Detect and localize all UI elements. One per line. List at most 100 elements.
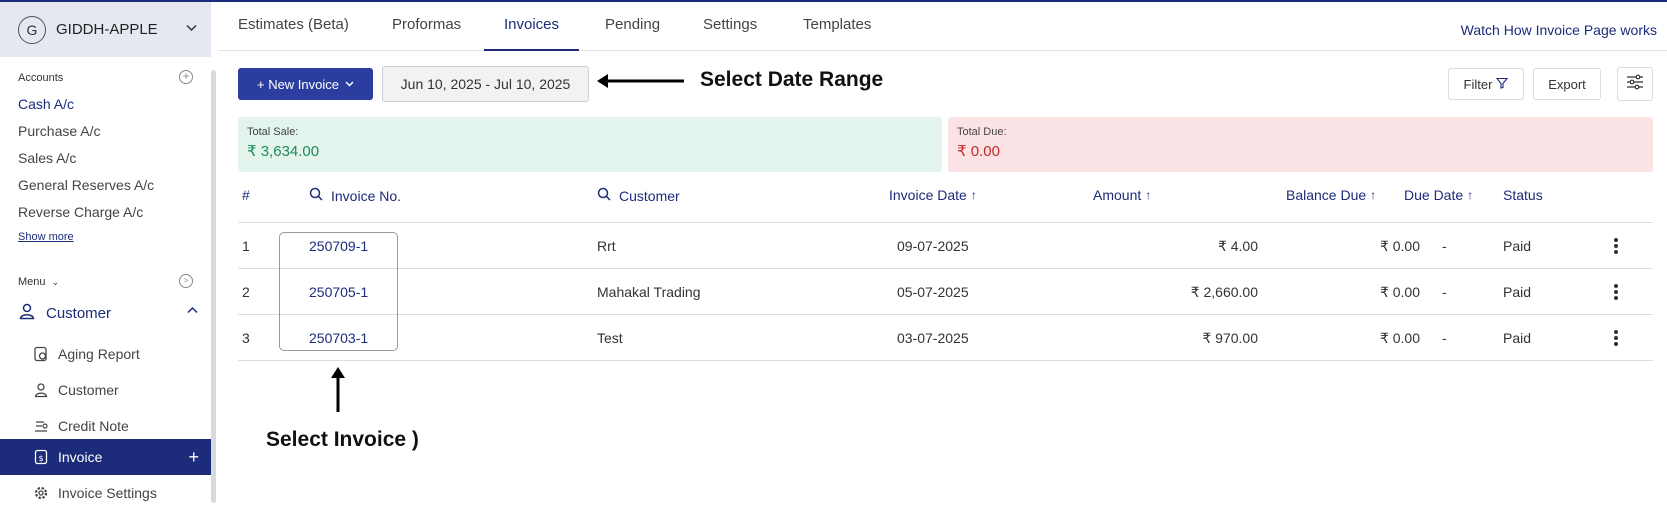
account-item-cash[interactable]: Cash A/c <box>18 94 154 121</box>
column-header-amount[interactable]: Amount ↑ <box>1093 187 1151 203</box>
account-item-purchase[interactable]: Purchase A/c <box>18 121 154 148</box>
search-icon[interactable] <box>597 187 611 204</box>
row-number: 2 <box>242 284 250 300</box>
status-badge: Paid <box>1503 330 1532 346</box>
sort-arrow-up-icon[interactable]: ↑ <box>971 188 977 202</box>
tab-invoices[interactable]: Invoices <box>484 2 580 51</box>
total-due-card: Total Due: ₹ 0.00 <box>948 117 1653 172</box>
column-header-label: Balance Due <box>1286 187 1367 203</box>
invoice-date: 09-07-2025 <box>897 238 969 254</box>
sidebar-item-aging-report[interactable]: Aging Report <box>32 342 212 366</box>
sidebar-item-label: Aging Report <box>58 346 140 362</box>
column-header-invoice-date[interactable]: Invoice Date ↑ <box>889 187 977 203</box>
chevron-up-icon <box>187 305 198 317</box>
sidebar-item-invoice[interactable]: $ Invoice + <box>0 439 211 475</box>
total-due-value: ₹ 0.00 <box>957 143 1000 160</box>
row-number: 3 <box>242 330 250 346</box>
amount: ₹ 4.00 <box>1217 238 1258 254</box>
search-icon[interactable] <box>309 187 323 204</box>
column-header-customer[interactable]: Customer <box>597 187 680 204</box>
sidebar-item-invoice-settings[interactable]: Invoice Settings <box>32 481 212 505</box>
chevron-down-icon: ⌄ <box>51 277 60 287</box>
customer-name: Mahakal Trading <box>597 284 701 300</box>
watch-video-link[interactable]: Watch How Invoice Page works <box>1461 22 1657 38</box>
menu-heading[interactable]: Menu ⌄ <box>18 276 59 288</box>
total-sale-value: ₹ 3,634.00 <box>247 143 320 160</box>
sidebar-item-label: Customer <box>58 382 119 398</box>
tab-bar: Estimates (Beta) Proformas Invoices Pend… <box>218 2 1667 51</box>
table-row[interactable]: 2 250705-1 Mahakal Trading 05-07-2025 ₹ … <box>238 269 1653 315</box>
sort-arrow-up-icon[interactable]: ↑ <box>1145 188 1151 202</box>
tab-proformas[interactable]: Proformas <box>392 2 461 51</box>
sidebar-item-label: Invoice <box>58 449 103 465</box>
show-more-link[interactable]: Show more <box>18 231 74 243</box>
new-invoice-label: + New Invoice <box>256 76 339 92</box>
menu-group-customer[interactable]: Customer <box>18 300 198 326</box>
chevron-down-icon <box>186 21 197 35</box>
total-sale-label: Total Sale: <box>247 126 299 138</box>
column-settings-button[interactable] <box>1617 67 1653 101</box>
add-account-icon[interactable]: + <box>179 70 193 84</box>
sliders-icon <box>1626 74 1644 95</box>
annotation-arrow-up-icon <box>331 367 345 412</box>
accounts-heading: Accounts <box>18 72 64 84</box>
filter-button[interactable]: Filter <box>1448 68 1524 100</box>
svg-text:$: $ <box>38 454 43 463</box>
invoice-date: 03-07-2025 <box>897 330 969 346</box>
filter-icon <box>1496 77 1509 92</box>
column-header-label: Invoice Date <box>889 187 967 203</box>
account-item-reverse-charge[interactable]: Reverse Charge A/c <box>18 202 154 229</box>
credit-note-icon <box>32 417 50 435</box>
column-header-label: Amount <box>1093 187 1142 203</box>
account-item-sales[interactable]: Sales A/c <box>18 148 154 175</box>
company-name: GIDDH-APPLE <box>56 21 158 38</box>
sidebar-item-credit-note[interactable]: Credit Note <box>32 414 212 438</box>
amount: ₹ 2,660.00 <box>1190 284 1258 300</box>
invoice-icon: $ <box>32 448 50 466</box>
column-header-status: Status <box>1503 187 1543 203</box>
tab-pending[interactable]: Pending <box>605 2 660 51</box>
company-switcher[interactable]: G GIDDH-APPLE <box>0 2 211 57</box>
aging-report-icon <box>32 345 50 363</box>
status-badge: Paid <box>1503 238 1532 254</box>
amount: ₹ 970.00 <box>1202 330 1258 346</box>
more-options-icon[interactable] <box>1614 238 1618 256</box>
more-options-icon[interactable] <box>1614 284 1618 302</box>
sort-arrow-up-icon[interactable]: ↑ <box>1370 188 1376 202</box>
customer-name: Rrt <box>597 238 616 254</box>
column-header-label: Customer <box>619 187 680 204</box>
column-header-invoice-no[interactable]: Invoice No. <box>309 187 401 204</box>
customer-icon <box>32 381 50 399</box>
sort-arrow-up-icon[interactable]: ↑ <box>1467 188 1473 202</box>
due-date: - <box>1442 238 1447 254</box>
accounts-list: Cash A/c Purchase A/c Sales A/c General … <box>18 94 154 229</box>
filter-label: Filter <box>1463 76 1493 92</box>
tab-settings[interactable]: Settings <box>703 2 757 51</box>
annotation-select-invoice: Select Invoice ) <box>266 428 419 451</box>
more-options-icon[interactable] <box>1614 330 1618 348</box>
column-header-balance-due[interactable]: Balance Due ↑ <box>1286 187 1376 203</box>
table-row[interactable]: 3 250703-1 Test 03-07-2025 ₹ 970.00 ₹ 0.… <box>238 315 1653 361</box>
column-header-label: Invoice No. <box>331 187 402 204</box>
status-badge: Paid <box>1503 284 1532 300</box>
add-invoice-icon[interactable]: + <box>188 447 199 468</box>
export-button[interactable]: Export <box>1533 68 1601 100</box>
total-sale-card: Total Sale: ₹ 3,634.00 <box>238 117 942 172</box>
tab-templates[interactable]: Templates <box>803 2 871 51</box>
date-range-picker[interactable]: Jun 10, 2025 - Jul 10, 2025 <box>382 66 589 102</box>
table-row[interactable]: 1 250709-1 Rrt 09-07-2025 ₹ 4.00 ₹ 0.00 … <box>238 223 1653 269</box>
sidebar-item-customer[interactable]: Customer <box>32 378 212 402</box>
account-item-general-reserves[interactable]: General Reserves A/c <box>18 175 154 202</box>
sidebar-item-label: Credit Note <box>58 418 129 434</box>
new-invoice-button[interactable]: + New Invoice <box>238 68 373 100</box>
tab-estimates[interactable]: Estimates (Beta) <box>238 2 349 51</box>
annotation-invoice-highlight-box <box>279 232 398 351</box>
arrow-right-icon[interactable]: > <box>179 274 193 288</box>
due-date: - <box>1442 330 1447 346</box>
column-header-due-date[interactable]: Due Date ↑ <box>1404 187 1473 203</box>
company-avatar: G <box>18 15 46 44</box>
annotation-select-date-range: Select Date Range <box>700 68 884 91</box>
column-header-number: # <box>242 187 250 203</box>
column-header-label: Due Date <box>1404 187 1464 203</box>
sidebar-scrollbar[interactable] <box>211 70 216 503</box>
